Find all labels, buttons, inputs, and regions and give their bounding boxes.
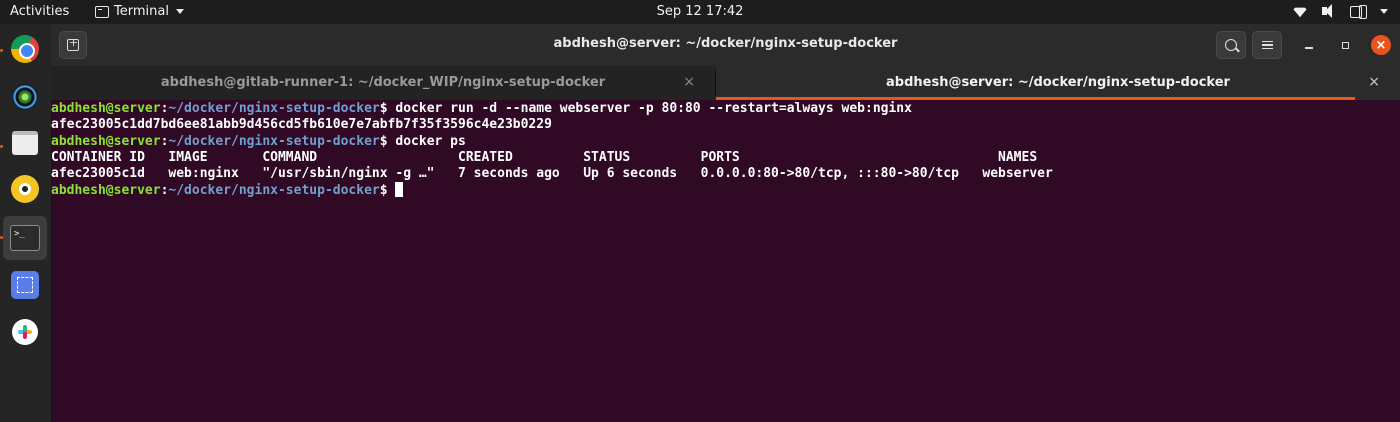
battery-icon xyxy=(1350,3,1367,19)
wifi-icon xyxy=(1292,3,1308,19)
terminal-line: abdhesh@server:~/docker/nginx-setup-dock… xyxy=(51,182,1400,198)
prompt-end: $ xyxy=(379,183,396,199)
command-text: docker run -d --name webserver -p 80:80 … xyxy=(395,101,912,116)
tab-label: abdhesh@server: ~/docker/nginx-setup-doc… xyxy=(886,75,1230,90)
chrome-icon xyxy=(11,35,39,63)
terminal-line: afec23005c1d web:nginx "/usr/sbin/nginx … xyxy=(51,166,1400,182)
close-button[interactable]: × xyxy=(1370,34,1392,56)
dock-item-chrome[interactable] xyxy=(3,27,47,71)
prompt-user: abdhesh@server xyxy=(51,133,161,149)
speaker-icon xyxy=(1322,4,1336,18)
window-header: abdhesh@server: ~/docker/nginx-setup-doc… xyxy=(51,24,1400,66)
tab-server[interactable]: abdhesh@server: ~/docker/nginx-setup-doc… xyxy=(716,66,1400,100)
prompt-user: abdhesh@server xyxy=(51,183,161,199)
music-player-icon xyxy=(11,175,39,203)
dock-item-rhythmbox[interactable] xyxy=(3,167,47,211)
terminal-line: afec23005c1dd7bd6ee81abb9d456cd5fb610e7e… xyxy=(51,117,1400,133)
prompt-path: ~/docker/nginx-setup-docker xyxy=(168,101,380,116)
maximize-button[interactable] xyxy=(1334,34,1356,56)
terminal-line: abdhesh@server:~/docker/nginx-setup-dock… xyxy=(51,101,1400,117)
prompt-path: ~/docker/nginx-setup-docker xyxy=(168,183,380,199)
terminal-line: abdhesh@server:~/docker/nginx-setup-dock… xyxy=(51,134,1400,150)
minimize-button[interactable] xyxy=(1298,34,1320,56)
system-menu[interactable] xyxy=(1292,3,1388,19)
window-title: abdhesh@server: ~/docker/nginx-setup-doc… xyxy=(553,36,898,51)
terminal-icon: >_ xyxy=(10,225,40,251)
tab-label: abdhesh@gitlab-runner-1: ~/docker_WIP/ng… xyxy=(160,75,606,90)
terminal-line: CONTAINER ID IMAGE COMMAND CREATED STATU… xyxy=(51,150,1400,166)
dock-item-screenshot[interactable] xyxy=(3,263,47,307)
slack-icon xyxy=(12,319,38,345)
minimize-icon xyxy=(1305,47,1313,49)
clock[interactable]: Sep 12 17:42 xyxy=(0,4,1400,19)
ps-header: CONTAINER ID IMAGE COMMAND CREATED STATU… xyxy=(51,149,1038,165)
text-cursor xyxy=(395,182,404,198)
files-icon xyxy=(12,131,38,155)
close-icon: × xyxy=(1371,35,1391,55)
chevron-down-icon xyxy=(1380,8,1388,14)
hamburger-icon xyxy=(1261,41,1273,49)
dock-item-terminal[interactable]: >_ xyxy=(3,216,47,260)
ps-row: afec23005c1d web:nginx "/usr/sbin/nginx … xyxy=(51,166,1053,182)
search-button[interactable] xyxy=(1216,31,1246,59)
search-icon xyxy=(1225,39,1237,51)
maximize-icon xyxy=(1341,41,1349,49)
photo-viewer-icon xyxy=(11,83,39,111)
prompt-path: ~/docker/nginx-setup-docker xyxy=(168,133,380,149)
top-bar: Activities Terminal Sep 12 17:42 xyxy=(0,0,1400,24)
terminal-output[interactable]: abdhesh@server:~/docker/nginx-setup-dock… xyxy=(51,100,1400,422)
dock-item-shotwell[interactable] xyxy=(3,75,47,119)
close-icon[interactable]: × xyxy=(683,74,695,90)
command-text: docker ps xyxy=(395,133,466,149)
tab-gitlab-runner[interactable]: abdhesh@gitlab-runner-1: ~/docker_WIP/ng… xyxy=(51,66,715,100)
dock-item-slack[interactable] xyxy=(3,310,47,354)
screenshot-icon xyxy=(11,271,39,299)
close-icon[interactable]: × xyxy=(1368,74,1380,90)
prompt-end: $ xyxy=(379,101,396,116)
prompt-end: $ xyxy=(379,133,396,149)
tab-bar: abdhesh@gitlab-runner-1: ~/docker_WIP/ng… xyxy=(51,66,1400,100)
menu-button[interactable] xyxy=(1252,31,1282,59)
container-id-output: afec23005c1dd7bd6ee81abb9d456cd5fb610e7e… xyxy=(51,117,552,133)
dock: >_ xyxy=(0,24,51,422)
dock-item-files[interactable] xyxy=(3,121,47,165)
prompt-user: abdhesh@server xyxy=(51,101,161,116)
